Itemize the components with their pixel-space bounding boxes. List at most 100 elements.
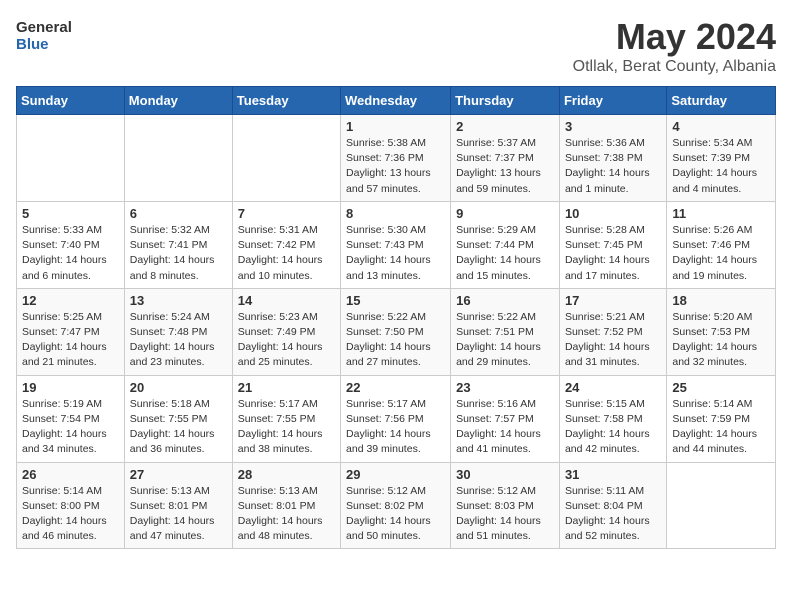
week-row-4: 26 Sunrise: 5:14 AMSunset: 8:00 PMDayligh… xyxy=(17,462,776,549)
column-header-thursday: Thursday xyxy=(451,87,560,115)
day-number: 29 xyxy=(346,467,445,482)
month-title: May 2024 xyxy=(573,16,776,58)
day-number: 28 xyxy=(238,467,335,482)
day-info: Sunrise: 5:13 AMSunset: 8:01 PMDaylight:… xyxy=(238,484,335,545)
calendar-cell: 9 Sunrise: 5:29 AMSunset: 7:44 PMDaylight… xyxy=(451,201,560,288)
day-number: 22 xyxy=(346,380,445,395)
calendar-cell: 1Sunrise: 5:38 AMSunset: 7:36 PMDaylight… xyxy=(341,115,451,202)
day-info: Sunrise: 5:13 AMSunset: 8:01 PMDaylight:… xyxy=(130,484,227,545)
column-header-tuesday: Tuesday xyxy=(232,87,340,115)
day-info: Sunrise: 5:32 AMSunset: 7:41 PMDaylight:… xyxy=(130,223,227,284)
calendar-cell: 26 Sunrise: 5:14 AMSunset: 8:00 PMDayligh… xyxy=(17,462,125,549)
calendar-cell: 21 Sunrise: 5:17 AMSunset: 7:55 PMDayligh… xyxy=(232,375,340,462)
page-header: General Blue May 2024 Otllak, Berat Coun… xyxy=(16,16,776,76)
calendar-cell: 7 Sunrise: 5:31 AMSunset: 7:42 PMDaylight… xyxy=(232,201,340,288)
day-info: Sunrise: 5:34 AMSunset: 7:39 PMDaylight:… xyxy=(672,136,770,197)
day-number: 31 xyxy=(565,467,661,482)
calendar-cell: 28 Sunrise: 5:13 AMSunset: 8:01 PMDayligh… xyxy=(232,462,340,549)
day-info: Sunrise: 5:31 AMSunset: 7:42 PMDaylight:… xyxy=(238,223,335,284)
calendar-cell: 27 Sunrise: 5:13 AMSunset: 8:01 PMDayligh… xyxy=(124,462,232,549)
calendar-cell: 12 Sunrise: 5:25 AMSunset: 7:47 PMDayligh… xyxy=(17,288,125,375)
logo-general-text: General xyxy=(16,20,72,37)
location: Otllak, Berat County, Albania xyxy=(573,58,776,76)
title-area: May 2024 Otllak, Berat County, Albania xyxy=(573,16,776,76)
day-number: 21 xyxy=(238,380,335,395)
day-info: Sunrise: 5:14 AMSunset: 7:59 PMDaylight:… xyxy=(672,397,770,458)
day-number: 10 xyxy=(565,206,661,221)
logo-blue-text: Blue xyxy=(16,37,72,54)
day-info: Sunrise: 5:21 AMSunset: 7:52 PMDaylight:… xyxy=(565,310,661,371)
day-number: 15 xyxy=(346,293,445,308)
day-number: 6 xyxy=(130,206,227,221)
day-number: 11 xyxy=(672,206,770,221)
calendar-cell: 29 Sunrise: 5:12 AMSunset: 8:02 PMDayligh… xyxy=(341,462,451,549)
calendar-cell: 25 Sunrise: 5:14 AMSunset: 7:59 PMDayligh… xyxy=(667,375,776,462)
calendar-cell: 15 Sunrise: 5:22 AMSunset: 7:50 PMDayligh… xyxy=(341,288,451,375)
day-number: 30 xyxy=(456,467,554,482)
day-info: Sunrise: 5:24 AMSunset: 7:48 PMDaylight:… xyxy=(130,310,227,371)
column-header-wednesday: Wednesday xyxy=(341,87,451,115)
week-row-2: 12 Sunrise: 5:25 AMSunset: 7:47 PMDayligh… xyxy=(17,288,776,375)
day-info: Sunrise: 5:12 AMSunset: 8:02 PMDaylight:… xyxy=(346,484,445,545)
calendar-cell xyxy=(124,115,232,202)
calendar-cell xyxy=(667,462,776,549)
calendar-cell: 6 Sunrise: 5:32 AMSunset: 7:41 PMDaylight… xyxy=(124,201,232,288)
day-number: 4 xyxy=(672,119,770,134)
day-number: 13 xyxy=(130,293,227,308)
day-info: Sunrise: 5:14 AMSunset: 8:00 PMDaylight:… xyxy=(22,484,119,545)
calendar-cell: 14Sunrise: 5:23 AMSunset: 7:49 PMDayligh… xyxy=(232,288,340,375)
day-number: 7 xyxy=(238,206,335,221)
logo: General Blue xyxy=(16,20,72,53)
day-info: Sunrise: 5:19 AMSunset: 7:54 PMDaylight:… xyxy=(22,397,119,458)
day-info: Sunrise: 5:20 AMSunset: 7:53 PMDaylight:… xyxy=(672,310,770,371)
day-info: Sunrise: 5:15 AMSunset: 7:58 PMDaylight:… xyxy=(565,397,661,458)
day-info: Sunrise: 5:28 AMSunset: 7:45 PMDaylight:… xyxy=(565,223,661,284)
day-number: 24 xyxy=(565,380,661,395)
day-info: Sunrise: 5:16 AMSunset: 7:57 PMDaylight:… xyxy=(456,397,554,458)
calendar-cell: 17Sunrise: 5:21 AMSunset: 7:52 PMDayligh… xyxy=(559,288,666,375)
day-number: 12 xyxy=(22,293,119,308)
calendar-cell: 4 Sunrise: 5:34 AMSunset: 7:39 PMDaylight… xyxy=(667,115,776,202)
day-number: 1 xyxy=(346,119,445,134)
column-header-monday: Monday xyxy=(124,87,232,115)
day-number: 9 xyxy=(456,206,554,221)
calendar-cell: 20Sunrise: 5:18 AMSunset: 7:55 PMDayligh… xyxy=(124,375,232,462)
column-header-friday: Friday xyxy=(559,87,666,115)
column-header-saturday: Saturday xyxy=(667,87,776,115)
calendar-cell: 24 Sunrise: 5:15 AMSunset: 7:58 PMDayligh… xyxy=(559,375,666,462)
calendar-body: 1Sunrise: 5:38 AMSunset: 7:36 PMDaylight… xyxy=(17,115,776,549)
week-row-0: 1Sunrise: 5:38 AMSunset: 7:36 PMDaylight… xyxy=(17,115,776,202)
day-info: Sunrise: 5:22 AMSunset: 7:50 PMDaylight:… xyxy=(346,310,445,371)
day-number: 20 xyxy=(130,380,227,395)
calendar-cell xyxy=(17,115,125,202)
column-header-sunday: Sunday xyxy=(17,87,125,115)
day-info: Sunrise: 5:17 AMSunset: 7:55 PMDaylight:… xyxy=(238,397,335,458)
day-info: Sunrise: 5:25 AMSunset: 7:47 PMDaylight:… xyxy=(22,310,119,371)
calendar-cell: 30 Sunrise: 5:12 AMSunset: 8:03 PMDayligh… xyxy=(451,462,560,549)
calendar-cell: 18 Sunrise: 5:20 AMSunset: 7:53 PMDayligh… xyxy=(667,288,776,375)
calendar-cell: 31Sunrise: 5:11 AMSunset: 8:04 PMDayligh… xyxy=(559,462,666,549)
day-number: 23 xyxy=(456,380,554,395)
day-number: 16 xyxy=(456,293,554,308)
header-row: SundayMondayTuesdayWednesdayThursdayFrid… xyxy=(17,87,776,115)
day-number: 26 xyxy=(22,467,119,482)
calendar-cell: 10 Sunrise: 5:28 AMSunset: 7:45 PMDayligh… xyxy=(559,201,666,288)
day-info: Sunrise: 5:22 AMSunset: 7:51 PMDaylight:… xyxy=(456,310,554,371)
day-number: 2 xyxy=(456,119,554,134)
day-number: 5 xyxy=(22,206,119,221)
day-info: Sunrise: 5:17 AMSunset: 7:56 PMDaylight:… xyxy=(346,397,445,458)
day-number: 18 xyxy=(672,293,770,308)
calendar-cell: 16 Sunrise: 5:22 AMSunset: 7:51 PMDayligh… xyxy=(451,288,560,375)
calendar-cell: 19Sunrise: 5:19 AMSunset: 7:54 PMDayligh… xyxy=(17,375,125,462)
calendar-cell: 2Sunrise: 5:37 AMSunset: 7:37 PMDaylight… xyxy=(451,115,560,202)
day-number: 25 xyxy=(672,380,770,395)
logo-wrap: General Blue xyxy=(16,20,72,53)
day-number: 14 xyxy=(238,293,335,308)
calendar-cell: 5Sunrise: 5:33 AMSunset: 7:40 PMDaylight… xyxy=(17,201,125,288)
day-number: 27 xyxy=(130,467,227,482)
day-info: Sunrise: 5:29 AMSunset: 7:44 PMDaylight:… xyxy=(456,223,554,284)
day-number: 3 xyxy=(565,119,661,134)
calendar-header: SundayMondayTuesdayWednesdayThursdayFrid… xyxy=(17,87,776,115)
day-info: Sunrise: 5:12 AMSunset: 8:03 PMDaylight:… xyxy=(456,484,554,545)
day-info: Sunrise: 5:26 AMSunset: 7:46 PMDaylight:… xyxy=(672,223,770,284)
